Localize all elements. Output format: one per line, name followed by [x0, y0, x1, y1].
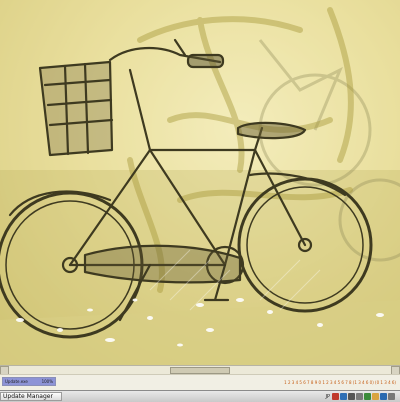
status-detail-text: 1 2 3 4 5 6 7 8 9 0 1 2 3 4 5 6 7 8 (1 3…: [284, 380, 396, 385]
progress-percent: 100%: [42, 379, 53, 384]
tool-icon[interactable]: [356, 393, 363, 400]
pen-icon[interactable]: [364, 393, 371, 400]
ime-icon[interactable]: [332, 393, 339, 400]
progress-label: Update.exe: [5, 379, 28, 384]
progress-bar: Update.exe 100%: [2, 377, 56, 386]
bicycle-illustration: [0, 0, 400, 365]
mail-icon[interactable]: [372, 393, 379, 400]
ime-mode-icon[interactable]: [348, 393, 355, 400]
status-strip: Update.exe 100% 1 2 3 4 5 6 7 8 9 0 1 2 …: [0, 374, 400, 391]
help-icon[interactable]: [340, 393, 347, 400]
taskbar-app-button[interactable]: Update Manager: [0, 392, 62, 401]
scrollbar-thumb[interactable]: [170, 367, 230, 374]
system-tray: JP: [326, 392, 400, 401]
taskbar: Update Manager JP: [0, 390, 400, 402]
network-icon[interactable]: [380, 393, 387, 400]
volume-icon[interactable]: [388, 393, 395, 400]
ime-language-label[interactable]: JP: [326, 394, 331, 400]
desktop-wallpaper: [0, 0, 400, 365]
